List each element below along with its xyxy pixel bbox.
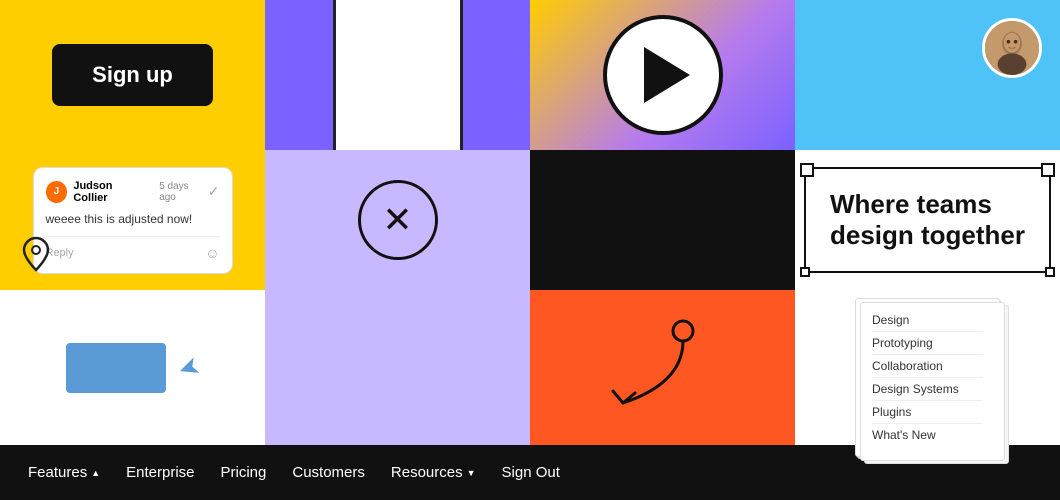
rect-cell: ➤ [0,290,265,445]
corner-br [1045,267,1055,277]
features-cell: Design Prototyping Collaboration Design … [795,290,1060,445]
slogan-cell: Where teams design together [795,150,1060,290]
location-pin [22,236,50,272]
feature-item-prototyping: Prototyping [872,332,983,355]
nav-enterprise-label: Enterprise [126,464,194,481]
nav-enterprise[interactable]: Enterprise [126,464,194,481]
feature-item-design: Design [872,309,983,332]
avatar-cell [795,0,1060,150]
nav-features[interactable]: Features ▲ [28,464,100,481]
comment-user-info: J Judson Collier 5 days ago [46,180,208,204]
slogan-wrapper: Where teams design together [804,167,1051,273]
comment-header: J Judson Collier 5 days ago ✓ [46,180,220,204]
slogan-line1: Where teams [830,189,992,219]
emoji-icon[interactable]: ☺ [205,245,219,261]
comment-text: weeee this is adjusted now! [46,212,220,226]
blue-rectangle [66,343,166,393]
feature-item-collaboration: Collaboration [872,355,983,378]
avatar [982,18,1042,78]
slogan-box: Where teams design together [804,167,1051,273]
xcircle-cell: ✕ [265,150,530,290]
cursor-icon: ➤ [173,349,204,386]
comment-check-icon[interactable]: ✓ [208,183,220,200]
comment-cell: J Judson Collier 5 days ago ✓ weeee this… [0,150,265,290]
nav-signout[interactable]: Sign Out [502,464,560,481]
nav-pricing-label: Pricing [221,464,267,481]
comment-footer: Reply ☺ [46,236,220,261]
nav-features-label: Features [28,464,87,481]
x-circle: ✕ [358,180,438,260]
feature-item-plugins: Plugins [872,401,983,424]
slogan-line2: design together [830,220,1025,250]
signup-button[interactable]: Sign up [52,44,213,106]
nav-signout-label: Sign Out [502,464,560,481]
black-cell [530,150,795,290]
slogan-text: Where teams design together [830,189,1025,251]
feature-item-whats-new: What's New [872,424,983,446]
nav-customers[interactable]: Customers [292,464,365,481]
comment-username: Judson Collier [73,180,149,204]
comment-avatar: J [46,181,68,203]
feature-list: Design Prototyping Collaboration Design … [855,298,1000,457]
nav-resources[interactable]: Resources ▼ [391,464,476,481]
corner-bl [800,267,810,277]
nav-resources-arrow: ▼ [467,468,476,478]
purple-bottom-cell [265,290,530,445]
nav-resources-label: Resources [391,464,463,481]
play-icon [644,47,690,103]
signup-cell: Sign up [0,0,265,150]
connector-cell [530,290,795,445]
avatar-image [985,18,1039,78]
nav-pricing[interactable]: Pricing [221,464,267,481]
phone-cell [265,0,530,150]
play-button[interactable] [603,15,723,135]
comment-card: J Judson Collier 5 days ago ✓ weeee this… [33,167,233,274]
play-cell [530,0,795,150]
nav-features-arrow: ▲ [91,468,100,478]
nav-customers-label: Customers [292,464,365,481]
comment-time: 5 days ago [159,181,208,203]
connector-diagram [583,303,743,433]
feature-item-design-systems: Design Systems [872,378,983,401]
